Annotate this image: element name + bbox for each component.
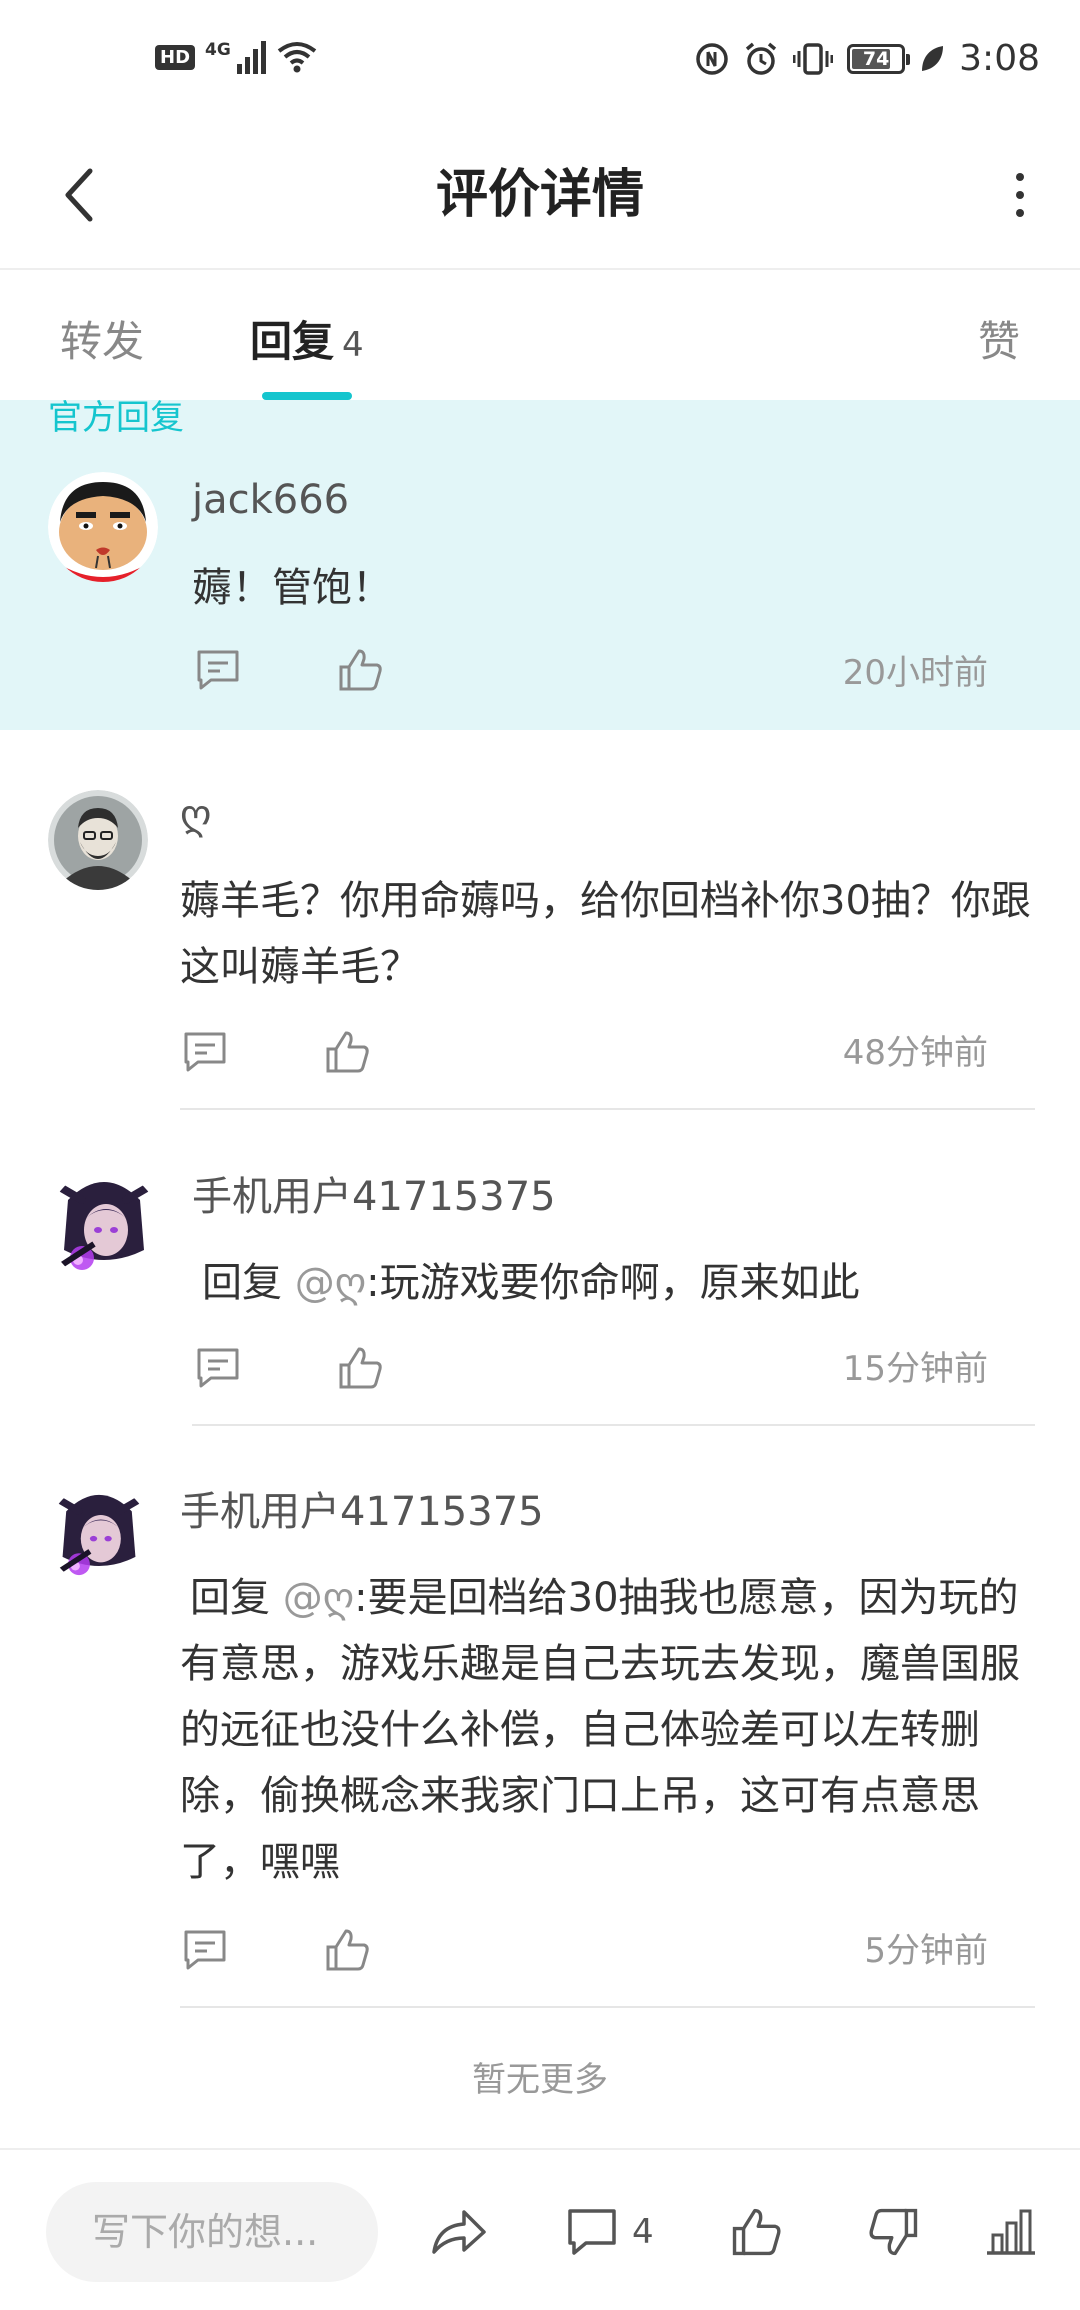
reply-button[interactable] xyxy=(188,640,248,700)
comment-body: :玩游戏要你命啊，原来如此 xyxy=(366,1260,860,1306)
like-button[interactable] xyxy=(317,1022,377,1082)
bottom-action-bar: 写下你的想... 4 xyxy=(0,2148,1080,2310)
leaf-icon xyxy=(922,45,944,71)
comment-icon xyxy=(184,1930,226,1970)
nfc-icon xyxy=(696,42,728,75)
comment-body: :要是回档给30抽我也愿意，因为玩的有意思，游戏乐趣是自己去玩去发现，魔兽国服的… xyxy=(180,1575,1020,1885)
like-button[interactable] xyxy=(330,640,390,700)
timestamp: 5分钟前 xyxy=(864,1931,988,1971)
comment-icon xyxy=(197,1348,239,1388)
comment-text: 回复 @ღ:要是回档给30抽我也愿意，因为玩的有意思，游戏乐趣是自己去玩去发现，… xyxy=(180,1565,1035,1895)
like-button[interactable] xyxy=(730,2192,782,2272)
more-vertical-icon xyxy=(1016,173,1024,181)
divider xyxy=(180,1108,1035,1110)
status-bar: HD 4G 74 3:08 xyxy=(0,0,1080,120)
no-more-text: 暂无更多 xyxy=(472,2060,608,2100)
divider xyxy=(180,2006,1035,2008)
thumbs-up-icon xyxy=(326,1031,369,1073)
stats-button[interactable] xyxy=(985,2192,1037,2272)
official-reply-label: 官方回复 xyxy=(48,398,184,438)
timestamp: 15分钟前 xyxy=(842,1349,988,1389)
tab-reply[interactable]: 回复 4 xyxy=(250,312,364,375)
like-button[interactable] xyxy=(330,1338,390,1398)
dislike-button[interactable] xyxy=(868,2192,920,2272)
thumbs-down-icon xyxy=(869,2208,918,2256)
reply-prefix: 回复 xyxy=(190,1575,283,1621)
official-reply: 官方回复 jack666 薅！管饱！ 20小时前 xyxy=(0,400,1080,730)
tab-bar: 转发 回复 4 赞 xyxy=(0,272,1080,400)
timestamp: 20小时前 xyxy=(842,653,988,693)
anime-character-avatar-icon xyxy=(48,1484,150,1586)
mention-link[interactable]: @ღ xyxy=(283,1575,354,1621)
comment-count: 4 xyxy=(632,2212,654,2252)
battery-level: 74 xyxy=(862,47,890,70)
thumbs-up-icon xyxy=(732,2208,781,2256)
comment-text: 回复 @ღ:玩游戏要你命啊，原来如此 xyxy=(202,1250,1042,1316)
avatar[interactable] xyxy=(48,1484,150,1586)
like-button[interactable] xyxy=(317,1920,377,1980)
comment-icon xyxy=(184,1032,226,1072)
comment-button[interactable]: 4 xyxy=(566,2192,654,2272)
username[interactable]: 手机用户41715375 xyxy=(192,1172,556,1222)
bar-chart-icon xyxy=(987,2209,1035,2255)
network-type: 4G xyxy=(205,40,231,60)
alarm-icon xyxy=(746,42,777,75)
reply-prefix: 回复 xyxy=(202,1260,295,1306)
username[interactable]: 手机用户41715375 xyxy=(180,1487,544,1537)
vibrate-icon xyxy=(793,42,834,75)
comment-text: 薅羊毛？你用命薅吗，给你回档补你30抽？你跟这叫薅羊毛？ xyxy=(180,878,1031,990)
tab-like[interactable]: 赞 xyxy=(978,312,1020,372)
status-right: 74 3:08 xyxy=(695,38,1040,79)
thumbs-up-icon xyxy=(339,649,382,691)
tab-reply-label: 回复 xyxy=(250,317,335,366)
avatar[interactable] xyxy=(48,1170,160,1282)
reply-button[interactable] xyxy=(188,1338,248,1398)
divider xyxy=(192,1424,1035,1426)
mention-link[interactable]: @ღ xyxy=(295,1260,366,1306)
timestamp: 48分钟前 xyxy=(842,1033,988,1073)
comment-icon xyxy=(197,650,239,690)
hd-badge: HD xyxy=(155,44,196,70)
comment-text: 薅！管饱！ xyxy=(192,565,392,611)
battery-indicator: 74 xyxy=(847,43,911,74)
thumbs-up-icon xyxy=(326,1929,369,1971)
page: HD 4G 74 3:08 评价详情 转发 回复 4 赞 官方回复 jack66… xyxy=(0,0,1080,2310)
anime-character-avatar-icon xyxy=(48,1170,160,1282)
signal-icon xyxy=(236,40,266,74)
share-icon xyxy=(432,2210,486,2254)
comment-input[interactable]: 写下你的想... xyxy=(46,2182,378,2282)
username[interactable]: jack666 xyxy=(192,475,349,525)
status-left: HD 4G xyxy=(155,40,318,74)
more-options-button[interactable] xyxy=(990,155,1050,235)
active-tab-indicator xyxy=(262,392,352,400)
username[interactable]: ღ xyxy=(180,790,211,840)
avatar[interactable] xyxy=(48,472,158,582)
share-button[interactable] xyxy=(430,2192,488,2272)
reply-button[interactable] xyxy=(175,1022,235,1082)
page-title: 评价详情 xyxy=(435,165,644,225)
comment-icon xyxy=(568,2209,616,2255)
tab-reply-count: 4 xyxy=(342,325,364,365)
reply-button[interactable] xyxy=(175,1920,235,1980)
tab-forward[interactable]: 转发 xyxy=(60,312,144,372)
thumbs-up-icon xyxy=(339,1347,382,1389)
clock: 3:08 xyxy=(959,38,1040,79)
title-bar: 评价详情 xyxy=(0,120,1080,270)
cartoon-face-avatar-icon xyxy=(48,472,158,582)
avatar[interactable] xyxy=(48,790,148,890)
wifi-icon xyxy=(277,42,317,73)
bearded-man-avatar-icon xyxy=(48,790,148,890)
